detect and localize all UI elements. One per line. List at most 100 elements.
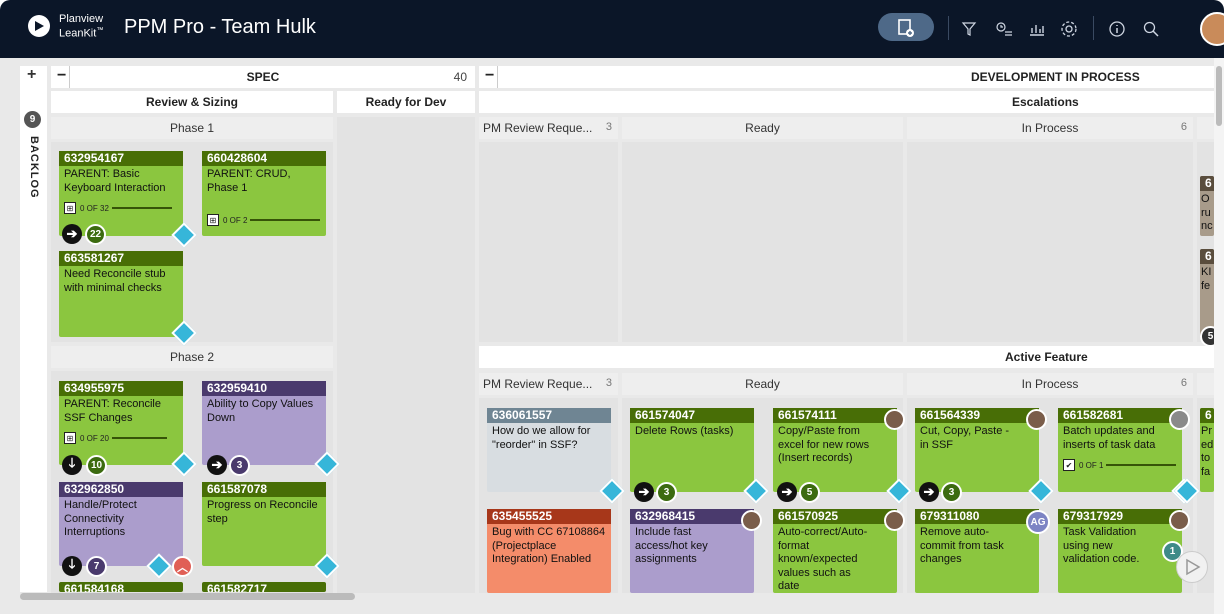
card-634955975[interactable]: 634955975 PARENT: Reconcile SSF Changes …	[59, 381, 183, 465]
card-id: 661570925	[773, 509, 897, 524]
card-661582717[interactable]: 661582717	[202, 582, 326, 592]
card-661582681[interactable]: 661582681 Batch updates and inserts of t…	[1058, 408, 1182, 492]
add-card-button[interactable]	[878, 13, 934, 41]
assignee-avatar[interactable]	[1169, 409, 1190, 430]
card-661574047[interactable]: 661574047 Delete Rows (tasks)	[630, 408, 754, 492]
af-in-process-header[interactable]: In Process 6	[907, 373, 1193, 395]
vertical-scrollbar[interactable]	[1214, 58, 1224, 614]
user-avatar[interactable]	[1200, 12, 1224, 46]
search-icon[interactable]	[1140, 18, 1162, 40]
card-632962850[interactable]: 632962850 Handle/Protect Connectivity In…	[59, 482, 183, 566]
card-title: Delete Rows (tasks)	[635, 425, 734, 437]
spec-header[interactable]: − SPEC 40	[51, 66, 475, 88]
card-partial-escalation-1[interactable]: 6O ru nc ov	[1200, 176, 1214, 236]
card-661574111[interactable]: 661574111 Copy/Paste from excel for new …	[773, 408, 897, 492]
assignee-initials-avatar[interactable]: AG	[1026, 510, 1050, 534]
card-id: 632962850	[59, 482, 183, 497]
arrow-right-icon[interactable]: ➔	[777, 482, 797, 502]
card-661587078[interactable]: 661587078 Progress on Reconcile step	[202, 482, 326, 566]
settings-icon[interactable]	[1058, 18, 1080, 40]
backlog-lane[interactable]: + 9 BACKLOG	[20, 66, 47, 592]
divider	[1093, 16, 1094, 40]
analytics-icon[interactable]	[1026, 18, 1048, 40]
assignee-avatar[interactable]	[1169, 510, 1190, 531]
card-id: 661574111	[773, 408, 897, 423]
arrow-down-icon[interactable]: 🡓	[62, 556, 82, 576]
assignee-avatar[interactable]	[1026, 409, 1047, 430]
timer-list-icon[interactable]	[993, 18, 1015, 40]
card-661570925[interactable]: 661570925 Auto-correct/Auto-format known…	[773, 509, 897, 593]
card-632968415[interactable]: 632968415 Include fast access/hot key as…	[630, 509, 754, 593]
card-632959410[interactable]: 632959410 Ability to Copy Values Down	[202, 381, 326, 465]
dev-title: DEVELOPMENT IN PROCESS	[971, 70, 1140, 84]
card-title: Ability to Copy Values Down	[207, 398, 314, 424]
card-title: Copy/Paste from excel for new rows (Inse…	[778, 425, 870, 464]
card-title: Handle/Protect Connectivity Interruption…	[64, 499, 137, 538]
hierarchy-icon: ⊞	[64, 202, 76, 214]
phase2-header[interactable]: Phase 2	[51, 346, 333, 368]
review-sizing-header[interactable]: Review & Sizing	[51, 91, 333, 113]
arrow-right-icon[interactable]: ➔	[207, 455, 227, 475]
card-title: Auto-correct/Auto-format known/expected …	[778, 526, 868, 592]
assignee-avatar[interactable]	[884, 409, 905, 430]
af-next-header[interactable]	[1197, 373, 1214, 395]
assignee-avatar[interactable]	[741, 510, 762, 531]
child-progress[interactable]: ⊞ 0 OF 32	[64, 201, 172, 215]
af-ready-header[interactable]: Ready	[622, 373, 903, 395]
af-pm-review-header[interactable]: PM Review Reque... 3	[479, 373, 618, 395]
collapse-dev-button[interactable]: −	[485, 67, 494, 85]
child-progress[interactable]: ⊞ 0 OF 20	[64, 431, 167, 445]
card-id: 679317929	[1058, 509, 1182, 524]
card-661584168[interactable]: 661584168	[59, 582, 183, 592]
child-count-badge[interactable]: 5	[799, 482, 820, 503]
esc-ready-header[interactable]: Ready	[622, 117, 903, 139]
arrow-right-icon[interactable]: ➔	[919, 482, 939, 502]
vertical-scroll-thumb[interactable]	[1216, 66, 1222, 126]
add-card-icon	[898, 19, 914, 37]
info-icon[interactable]	[1106, 18, 1128, 40]
child-count-badge[interactable]: 3	[229, 455, 250, 476]
active-feature-header[interactable]: Active Feature	[479, 346, 1214, 368]
arrow-down-icon[interactable]: 🡓	[62, 455, 82, 475]
card-663581267[interactable]: 663581267 Need Reconcile stub with minim…	[59, 251, 183, 337]
child-progress[interactable]: ⊞ 0 OF 2	[207, 213, 321, 227]
leankit-logo-icon[interactable]	[28, 15, 50, 37]
horizontal-scroll-thumb[interactable]	[20, 593, 355, 600]
child-count-badge[interactable]: 7	[86, 556, 107, 577]
child-count-badge[interactable]: 3	[941, 482, 962, 503]
card-661564339[interactable]: 661564339 Cut, Copy, Paste - in SSF	[915, 408, 1039, 492]
card-id: 632954167	[59, 151, 183, 166]
child-count-badge[interactable]: 3	[656, 482, 677, 503]
collapse-spec-button[interactable]: −	[57, 67, 66, 85]
expand-backlog-button[interactable]: +	[27, 66, 36, 84]
arrow-right-icon[interactable]: ➔	[634, 482, 654, 502]
backlog-count-badge: 9	[24, 111, 41, 128]
child-count-badge[interactable]: 10	[86, 455, 107, 476]
escalations-header[interactable]: Escalations	[479, 91, 1214, 113]
card-id: 661564339	[915, 408, 1039, 423]
child-progress[interactable]: ✔ 0 OF 1	[1063, 458, 1177, 472]
card-632954167[interactable]: 632954167 PARENT: Basic Keyboard Interac…	[59, 151, 183, 236]
card-title: How do we allow for "reorder" in SSF?	[492, 425, 591, 451]
child-count-badge[interactable]: 22	[85, 224, 106, 245]
blocked-icon[interactable]: ︿	[172, 556, 193, 577]
card-679311080[interactable]: 679311080 Remove auto-commit from task c…	[915, 509, 1039, 593]
phase1-header[interactable]: Phase 1	[51, 117, 333, 139]
card-635455525[interactable]: 635455525 Bug with CC 67108864 (Projectp…	[487, 509, 611, 593]
card-partial-active-1[interactable]: 6 Pr ed to fa	[1200, 408, 1214, 492]
assignee-avatar[interactable]	[884, 510, 905, 531]
divider	[948, 16, 949, 40]
arrow-right-icon[interactable]: ➔	[62, 224, 82, 244]
esc-pm-review-header[interactable]: PM Review Reque... 3	[479, 117, 618, 139]
esc-next-header[interactable]	[1197, 117, 1214, 139]
dev-header[interactable]: − DEVELOPMENT IN PROCESS	[479, 66, 1214, 88]
ready-for-dev-header[interactable]: Ready for Dev	[337, 91, 475, 113]
esc-ready-column	[622, 142, 903, 342]
divider	[69, 66, 70, 88]
card-title: PARENT: Basic Keyboard Interaction	[64, 168, 166, 194]
card-660428604[interactable]: 660428604 PARENT: CRUD, Phase 1 ⊞ 0 OF 2	[202, 151, 326, 236]
card-636061557[interactable]: 636061557 How do we allow for "reorder" …	[487, 408, 611, 492]
filter-icon[interactable]	[958, 18, 980, 40]
help-widget-icon[interactable]	[1176, 551, 1208, 583]
esc-in-process-header[interactable]: In Process 6	[907, 117, 1193, 139]
